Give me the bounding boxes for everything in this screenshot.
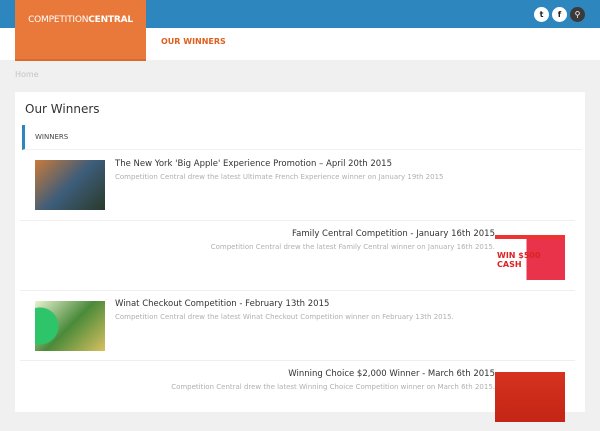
family-central-thumbnail[interactable]: WIN $500 CASH bbox=[495, 235, 565, 280]
list-item[interactable]: Winat Checkout Competition - February 13… bbox=[20, 291, 575, 361]
site-logo[interactable]: COMPETITIONCENTRAL bbox=[15, 0, 146, 61]
item-title[interactable]: Winning Choice $2,000 Winner - March 6th… bbox=[171, 369, 495, 379]
item-desc: Competition Central drew the latest Wina… bbox=[115, 313, 454, 321]
page-title: Our Winners bbox=[25, 102, 100, 116]
logo-text-bold: CENTRAL bbox=[88, 15, 133, 25]
winning-choice-thumbnail[interactable] bbox=[495, 372, 565, 422]
twitter-icon[interactable]: t bbox=[534, 7, 549, 22]
search-icon[interactable]: ⚲ bbox=[570, 7, 585, 22]
nav-our-winners[interactable]: OUR WINNERS bbox=[161, 37, 226, 46]
item-title[interactable]: Family Central Competition - January 16t… bbox=[211, 229, 495, 239]
breadcrumb-home[interactable]: Home bbox=[15, 70, 39, 79]
list-item[interactable]: Winning Choice $2,000 Winner - March 6th… bbox=[20, 361, 575, 431]
facebook-icon[interactable]: f bbox=[552, 7, 567, 22]
item-desc: Competition Central drew the latest Fami… bbox=[210, 243, 495, 251]
winat-checkout-thumbnail[interactable] bbox=[35, 301, 105, 351]
list-item[interactable]: The New York 'Big Apple' Experience Prom… bbox=[20, 151, 575, 221]
item-desc: Competition Central drew the latest Ulti… bbox=[115, 173, 444, 181]
item-title[interactable]: Winat Checkout Competition - February 13… bbox=[115, 299, 454, 309]
logo-text: COMPETITION bbox=[28, 15, 89, 25]
tab-winners[interactable]: WINNERS bbox=[22, 125, 582, 150]
content-panel: Our Winners WINNERS The New York 'Big Ap… bbox=[15, 92, 585, 422]
item-title[interactable]: The New York 'Big Apple' Experience Prom… bbox=[115, 159, 444, 169]
item-desc: Competition Central drew the latest Winn… bbox=[171, 383, 495, 391]
new-york-thumbnail[interactable] bbox=[35, 160, 105, 210]
list-item[interactable]: WIN $500 CASH Family Central Competition… bbox=[20, 221, 575, 291]
